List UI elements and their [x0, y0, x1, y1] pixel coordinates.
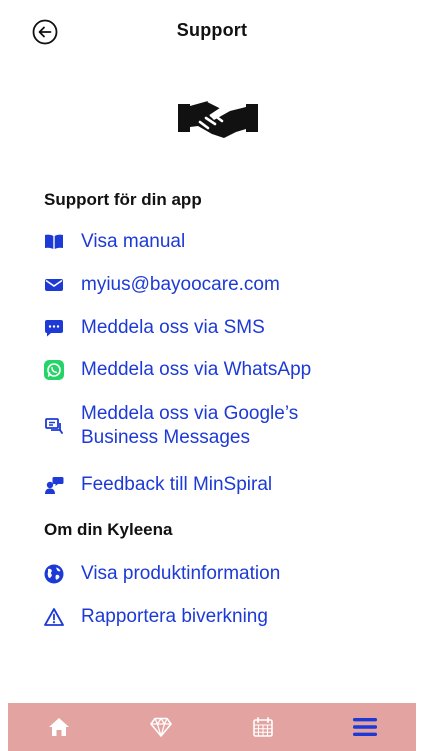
product-info-label: Visa produktinformation — [81, 563, 281, 584]
globe-icon — [44, 564, 64, 584]
menu-icon — [353, 718, 377, 736]
report-side-effect-label: Rapportera biverkning — [81, 606, 268, 627]
sms-label: Meddela oss via SMS — [81, 317, 265, 338]
header: Support — [0, 0, 424, 64]
warning-icon — [44, 607, 64, 627]
whatsapp-icon — [44, 360, 64, 380]
manual-link[interactable]: Visa manual — [44, 230, 408, 254]
nav-home[interactable] — [29, 703, 89, 751]
chat-icon — [44, 416, 64, 436]
email-link[interactable]: myius@bayoocare.com — [44, 273, 408, 297]
google-messages-link[interactable]: Meddela oss via Google’s Business Messag… — [44, 402, 408, 450]
google-messages-label: Meddela oss via Google’s Business Messag… — [81, 402, 298, 450]
handshake-icon — [178, 96, 258, 142]
feedback-icon — [44, 475, 64, 495]
bottom-nav — [8, 703, 416, 751]
product-info-link[interactable]: Visa produktinformation — [44, 562, 408, 586]
support-section-title: Support för din app — [44, 190, 202, 209]
home-icon — [49, 718, 69, 736]
diamond-icon — [150, 717, 172, 737]
calendar-icon — [253, 717, 273, 737]
envelope-icon — [44, 275, 64, 295]
feedback-label: Feedback till MinSpiral — [81, 474, 273, 495]
google-messages-label-line1: Meddela oss via Google’s — [81, 403, 299, 424]
email-label: myius@bayoocare.com — [81, 274, 280, 295]
google-messages-label-line2: Business Messages — [81, 427, 250, 448]
nav-calendar[interactable] — [233, 703, 293, 751]
product-section-title: Om din Kyleena — [44, 520, 173, 539]
book-icon — [44, 232, 64, 252]
page-title: Support — [176, 20, 248, 40]
sms-icon — [44, 318, 64, 338]
nav-menu[interactable] — [335, 703, 395, 751]
report-side-effect-link[interactable]: Rapportera biverkning — [44, 605, 408, 629]
nav-diamond[interactable] — [131, 703, 191, 751]
manual-label: Visa manual — [81, 231, 186, 252]
sms-link[interactable]: Meddela oss via SMS — [44, 316, 408, 340]
whatsapp-label: Meddela oss via WhatsApp — [81, 359, 312, 380]
feedback-link[interactable]: Feedback till MinSpiral — [44, 473, 408, 497]
whatsapp-link[interactable]: Meddela oss via WhatsApp — [44, 358, 408, 382]
